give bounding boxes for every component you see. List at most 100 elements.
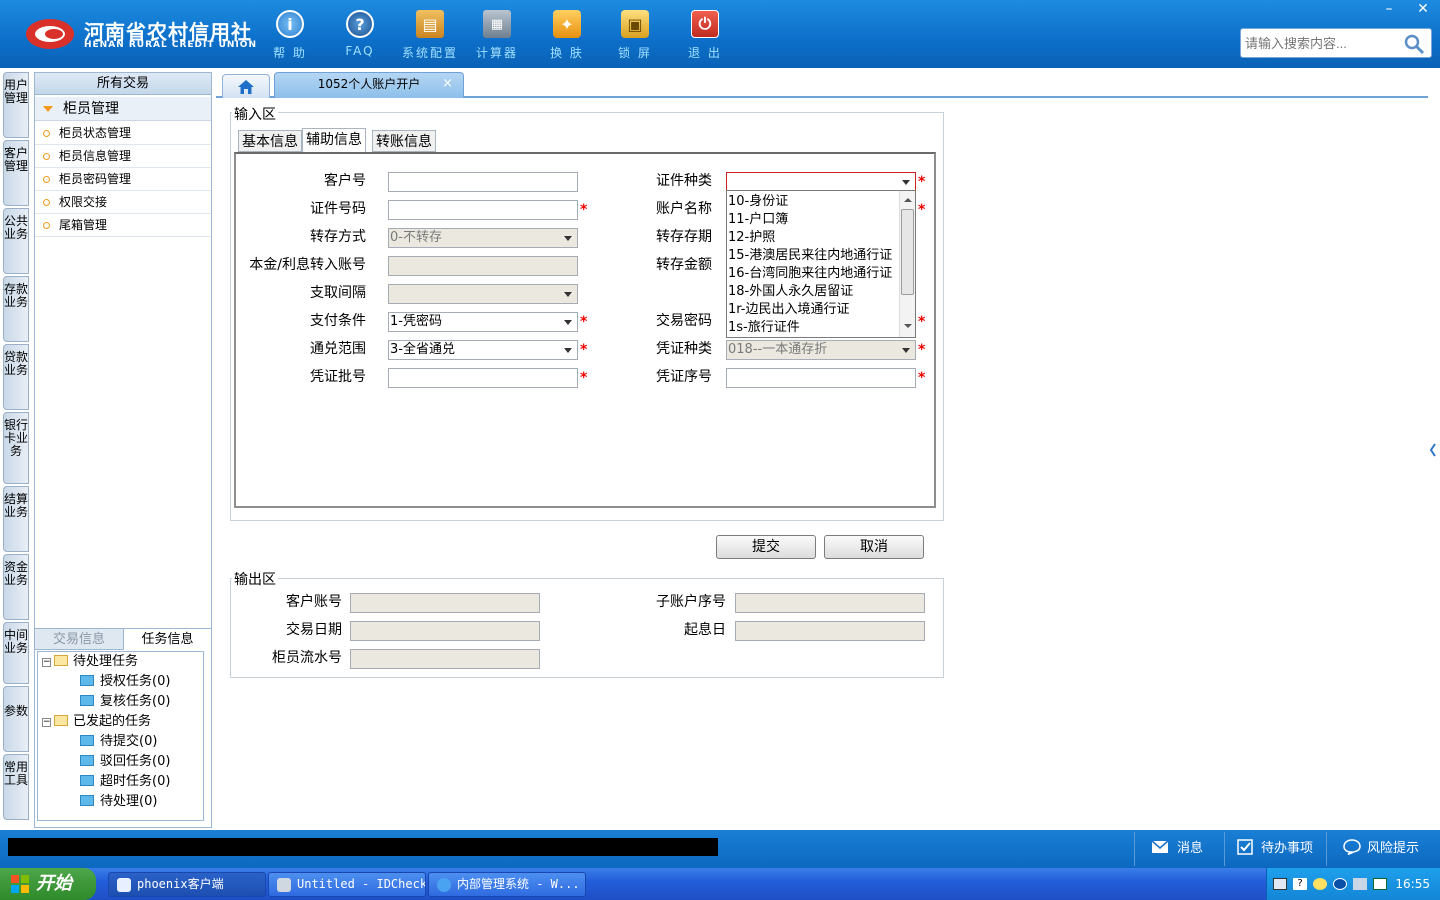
submit-button[interactable]: 提交: [716, 535, 816, 559]
menu-item-teller-status[interactable]: 柜员状态管理: [35, 122, 211, 145]
voucher-type-select[interactable]: 018--一本通存折: [726, 340, 916, 360]
menu-item-label: 柜员信息管理: [59, 149, 132, 163]
tree-node-authorize-tasks[interactable]: 授权任务(0): [80, 672, 170, 692]
network-icon[interactable]: [1313, 878, 1327, 890]
folder-icon: [80, 695, 94, 706]
collapse-icon[interactable]: −: [42, 718, 51, 727]
start-button[interactable]: 开始: [0, 868, 96, 900]
collapse-panel-icon[interactable]: [1428, 428, 1438, 472]
scroll-down-icon[interactable]: [901, 319, 915, 333]
lock-screen-button[interactable]: ▣ 锁 屏: [600, 8, 670, 64]
vc-icon[interactable]: [1373, 878, 1387, 890]
dropdown-option[interactable]: 1r-边民出入境通行证: [728, 301, 900, 319]
taskbar-item-ie[interactable]: 内部管理系统 - W...: [428, 872, 586, 897]
help-button[interactable]: i 帮 助: [255, 8, 325, 64]
menu-item-teller-password[interactable]: 柜员密码管理: [35, 168, 211, 191]
cancel-button[interactable]: 取消: [824, 535, 924, 559]
vtab-bank-card-business[interactable]: 银行卡业务: [3, 412, 29, 484]
monitor-icon[interactable]: [1353, 878, 1367, 890]
vtab-customer-management[interactable]: 客户管理: [3, 140, 29, 206]
vtab-loan-business[interactable]: 贷款业务: [3, 344, 29, 410]
tab-task-info[interactable]: 任务信息: [123, 629, 211, 650]
dropdown-option[interactable]: 10-身份证: [728, 193, 900, 211]
taskbar-item-phoenix[interactable]: phoenix客户端: [108, 872, 266, 897]
teller-management-group[interactable]: 柜员管理: [35, 97, 211, 121]
tab-personal-account-opening[interactable]: 1052个人账户开户 ×: [274, 72, 464, 98]
tree-node-pending[interactable]: − 待处理任务: [42, 652, 138, 672]
tree-node-timeout[interactable]: 超时任务(0): [80, 772, 170, 792]
system-config-button[interactable]: ▤ 系统配置: [395, 8, 465, 64]
tree-node-to-submit[interactable]: 待提交(0): [80, 732, 157, 752]
pay-condition-select[interactable]: 1-凭密码: [388, 312, 578, 332]
vtab-parameters[interactable]: 参数: [3, 686, 29, 752]
tree-node-rejected[interactable]: 驳回任务(0): [80, 752, 170, 772]
scrollbar-thumb[interactable]: [901, 209, 914, 295]
dropdown-option[interactable]: 11-户口簿: [728, 211, 900, 229]
vtab-settlement-business[interactable]: 结算业务: [3, 486, 29, 552]
close-window-button[interactable]: ✕: [1406, 0, 1440, 18]
subtab-auxiliary-info[interactable]: 辅助信息: [302, 128, 366, 153]
customer-no-field[interactable]: [388, 172, 578, 192]
all-transactions-header[interactable]: 所有交易: [35, 73, 211, 95]
search-icon[interactable]: [1403, 33, 1425, 55]
minimize-button[interactable]: –: [1372, 0, 1406, 18]
folder-icon: [80, 675, 94, 686]
faq-button[interactable]: ? FAQ: [325, 8, 395, 64]
calculator-label: 计算器: [475, 46, 518, 60]
menu-item-permission-handover[interactable]: 权限交接: [35, 191, 211, 214]
chevron-down-icon: [564, 348, 572, 353]
help-tray-icon[interactable]: ?: [1293, 878, 1307, 890]
exit-button[interactable]: ⏻ 退 出: [670, 8, 740, 64]
menu-item-teller-info[interactable]: 柜员信息管理: [35, 145, 211, 168]
taskbar-item-idcheck[interactable]: Untitled - IDCheck: [268, 872, 426, 897]
back-arrow-icon[interactable]: [1333, 878, 1347, 890]
vtab-deposit-business[interactable]: 存款业务: [3, 276, 29, 342]
vtab-fund-business[interactable]: 资金业务: [3, 554, 29, 620]
menu-item-tail-box[interactable]: 尾箱管理: [35, 214, 211, 237]
vtab-common-tools[interactable]: 常用工具: [3, 754, 29, 820]
dropdown-option[interactable]: 16-台湾同胞来往内地通行证: [728, 265, 900, 283]
tree-node-initiated[interactable]: − 已发起的任务: [42, 712, 151, 732]
subtab-basic-info[interactable]: 基本信息: [238, 130, 302, 152]
keyboard-icon[interactable]: [1273, 878, 1287, 890]
module-tabs: 用户管理 客户管理 公共业务 存款业务 贷款业务 银行卡业务 结算业务 资金业务…: [0, 68, 32, 830]
subtab-transfer-info[interactable]: 转账信息: [372, 130, 436, 152]
search-input[interactable]: [1243, 32, 1403, 54]
voucher-seq-field[interactable]: [726, 368, 916, 388]
status-message-strip: [8, 838, 718, 856]
id-type-select[interactable]: [726, 172, 916, 192]
dropdown-option[interactable]: 18-外国人永久居留证: [728, 283, 900, 301]
tree-node-to-process[interactable]: 待处理(0): [80, 792, 157, 812]
collapse-icon[interactable]: −: [42, 658, 51, 667]
chevron-down-icon: [902, 348, 910, 353]
id-no-field[interactable]: [388, 200, 578, 220]
vtab-user-management[interactable]: 用户管理: [3, 72, 29, 138]
todo-button[interactable]: 待办事项: [1224, 832, 1324, 866]
input-area-title: 输入区: [232, 104, 278, 124]
risk-alert-button[interactable]: 风险提示: [1326, 832, 1440, 866]
tab-transaction-info[interactable]: 交易信息: [35, 629, 123, 650]
dropdown-option[interactable]: 12-护照: [728, 229, 900, 247]
skin-button[interactable]: ✦ 换 肤: [532, 8, 602, 64]
messages-label: 消息: [1177, 841, 1204, 856]
clock: 16:55: [1395, 877, 1430, 891]
principal-account-field[interactable]: [388, 256, 578, 276]
transfer-mode-select[interactable]: 0-不转存: [388, 228, 578, 248]
tree-node-review-tasks[interactable]: 复核任务(0): [80, 692, 170, 712]
checkbox-icon: [1237, 839, 1253, 855]
dropdown-option[interactable]: 15-港澳居民来往内地通行证: [728, 247, 900, 265]
messages-button[interactable]: 消息: [1134, 832, 1212, 866]
calculator-button[interactable]: ▦ 计算器: [462, 8, 532, 64]
vtab-public-business[interactable]: 公共业务: [3, 208, 29, 274]
withdraw-interval-select[interactable]: [388, 284, 578, 304]
id-type-label: 证件种类: [656, 173, 712, 189]
scroll-up-icon[interactable]: [901, 193, 915, 207]
tab-home[interactable]: [222, 74, 270, 98]
dropdown-scrollbar[interactable]: [899, 191, 915, 337]
close-tab-icon[interactable]: ×: [442, 73, 453, 95]
exchange-scope-select[interactable]: 3-全省通兑: [388, 340, 578, 360]
faq-icon: ?: [346, 10, 374, 38]
voucher-batch-field[interactable]: [388, 368, 578, 388]
dropdown-option[interactable]: 1s-旅行证件: [728, 319, 900, 337]
vtab-intermediate-business[interactable]: 中间业务: [3, 622, 29, 684]
